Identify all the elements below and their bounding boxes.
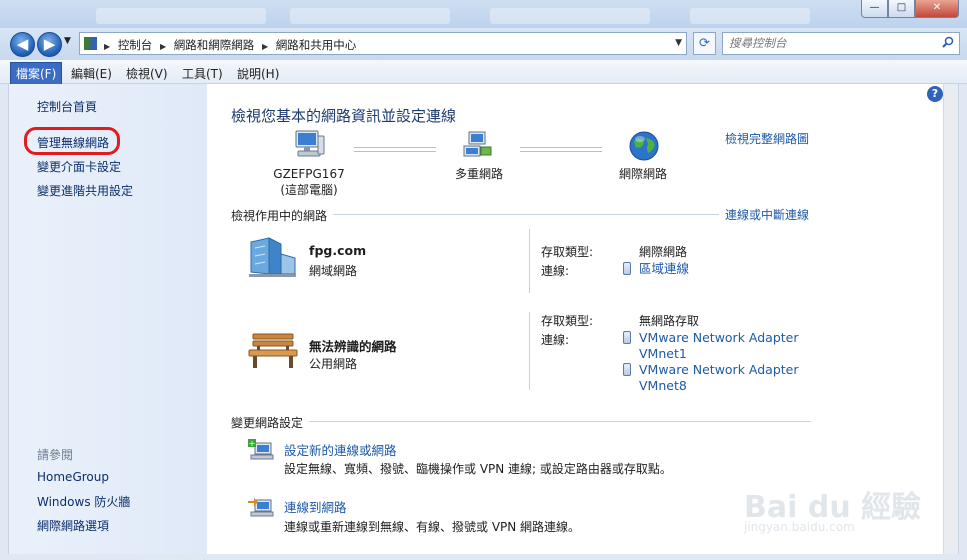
- breadcrumb: ▶ 控制台 ▶ 網路和網際網路 ▶ 網路和共用中心: [104, 37, 360, 53]
- connections-label: 連線:: [541, 333, 570, 347]
- map-connector-line: [354, 147, 436, 152]
- search-input[interactable]: [729, 36, 929, 50]
- setup-new-connection-desc: 設定無線、寬頻、撥號、臨機操作或 VPN 連線; 或設定路由器或存取點。: [284, 462, 672, 476]
- breadcrumb-separator-icon[interactable]: ▶: [262, 42, 268, 51]
- search-icon[interactable]: [942, 36, 954, 48]
- map-node-multiple-networks: 多重網路: [439, 166, 519, 182]
- menu-file[interactable]: 檔案(F): [10, 62, 63, 85]
- sidebar-item-adapter-settings[interactable]: 變更介面卡設定: [37, 158, 121, 175]
- back-button[interactable]: ◀: [10, 32, 35, 57]
- close-button[interactable]: ✕: [915, 0, 959, 18]
- multiple-networks-icon: [463, 131, 492, 157]
- svg-text:+: +: [249, 439, 256, 448]
- address-bar[interactable]: ▶ 控制台 ▶ 網路和網際網路 ▶ 網路和共用中心 ▼: [79, 32, 687, 55]
- see-also-title: 請參閱: [37, 448, 74, 462]
- menu-bar: 檔案(F) 編輯(E) 檢視(V) 工具(T) 說明(H): [0, 60, 967, 85]
- globe-icon: [629, 131, 659, 161]
- section-divider: [333, 214, 719, 215]
- title-bar: — □ ✕: [0, 0, 967, 28]
- ethernet-icon: [623, 331, 631, 344]
- sidebar-item-homegroup[interactable]: HomeGroup: [37, 470, 109, 484]
- map-connector-line: [520, 147, 602, 152]
- map-node-label: GZEFPG167: [273, 167, 345, 181]
- map-node-label: 多重網路: [454, 167, 503, 181]
- baidu-watermark: Bai du 經驗 jingyan.baidu.com: [744, 462, 944, 548]
- sidebar-item-internet-options[interactable]: 網際網路選項: [37, 517, 109, 534]
- minimize-button[interactable]: —: [861, 0, 888, 18]
- map-node-internet: 網際網路: [603, 166, 683, 182]
- forward-button[interactable]: ▶: [37, 32, 62, 57]
- navigation-bar: ◀ ▶ ▼ ▶ 控制台 ▶ 網路和網際網路 ▶ 網路和共用中心 ▼ ⟳: [0, 28, 967, 60]
- page-title: 檢視您基本的網路資訊並設定連線: [231, 107, 457, 125]
- breadcrumb-item[interactable]: 網路和網際網路: [174, 38, 255, 52]
- taskbar-ghost-4: [690, 8, 810, 24]
- window-controls: — □ ✕: [861, 0, 959, 18]
- sidebar-item-firewall[interactable]: Windows 防火牆: [37, 493, 130, 510]
- taskbar-ghost-2: [290, 8, 450, 24]
- sidebar-item-home[interactable]: 控制台首頁: [37, 98, 97, 115]
- connect-to-network-desc: 連線或重新連線到無線、有線、撥號或 VPN 網路連線。: [284, 520, 581, 534]
- recent-pages-dropdown[interactable]: ▼: [64, 36, 71, 46]
- ethernet-icon: [623, 262, 631, 275]
- active-networks-title: 檢視作用中的網路: [231, 209, 328, 223]
- search-box[interactable]: [722, 32, 960, 55]
- menu-view[interactable]: 檢視(V): [122, 64, 172, 83]
- help-icon[interactable]: ?: [927, 86, 943, 102]
- taskbar-ghost-1: [96, 8, 266, 24]
- section-divider: [309, 421, 811, 422]
- full-map-link[interactable]: 檢視完整網路圖: [725, 130, 809, 147]
- map-node-sublabel: (這部電腦): [280, 183, 338, 197]
- breadcrumb-item[interactable]: 網路和共用中心: [276, 38, 357, 52]
- network-name: 無法辨識的網路: [309, 339, 397, 354]
- access-type-value: 無網路存取: [639, 314, 700, 328]
- sidebar-item-manage-wireless[interactable]: 管理無線網路: [37, 134, 109, 151]
- domain-network-icon: [249, 237, 296, 277]
- control-panel-icon: [84, 37, 97, 50]
- menu-edit[interactable]: 編輯(E): [67, 64, 116, 83]
- map-node-label: 網際網路: [618, 167, 667, 181]
- watermark-url: jingyan.baidu.com: [744, 520, 855, 534]
- network-category-link[interactable]: 公用網路: [309, 355, 357, 372]
- connection-link-vmnet8[interactable]: VMware Network Adapter VMnet8: [639, 362, 799, 394]
- network-divider: [529, 312, 530, 390]
- breadcrumb-item[interactable]: 控制台: [118, 38, 153, 52]
- connection-link-local[interactable]: 區域連線: [639, 261, 689, 277]
- menu-tools[interactable]: 工具(T): [178, 64, 227, 83]
- access-type-label: 存取類型:: [541, 314, 594, 328]
- address-dropdown-icon[interactable]: ▼: [675, 38, 682, 48]
- access-type-label: 存取類型:: [541, 245, 594, 259]
- sidebar-item-advanced-sharing[interactable]: 變更進階共用設定: [37, 182, 133, 199]
- menu-help[interactable]: 說明(H): [233, 64, 283, 83]
- connection-link-vmnet1[interactable]: VMware Network Adapter VMnet1: [639, 330, 799, 362]
- network-category-link[interactable]: 網域網路: [309, 262, 357, 279]
- vertical-scrollbar[interactable]: [943, 84, 958, 554]
- taskbar-ghost-3: [490, 8, 650, 24]
- maximize-button[interactable]: □: [888, 0, 915, 18]
- refresh-button[interactable]: ⟳: [693, 32, 716, 55]
- network-name: fpg.com: [309, 243, 367, 258]
- access-type-value: 網際網路: [639, 245, 688, 259]
- new-connection-icon: +: [248, 439, 274, 460]
- map-node-computer: GZEFPG167 (這部電腦): [269, 166, 349, 198]
- connect-disconnect-link[interactable]: 連線或中斷連線: [725, 206, 809, 223]
- connections-label: 連線:: [541, 264, 570, 278]
- setup-new-connection-link[interactable]: 設定新的連線或網路: [284, 440, 397, 459]
- sidebar: 控制台首頁 管理無線網路 變更介面卡設定 變更進階共用設定 請參閱 HomeGr…: [9, 84, 207, 554]
- connect-to-network-icon: [248, 498, 274, 517]
- connect-to-network-link[interactable]: 連線到網路: [284, 497, 347, 516]
- breadcrumb-separator-icon[interactable]: ▶: [160, 42, 166, 51]
- ethernet-icon: [623, 363, 631, 376]
- public-network-bench-icon: [248, 333, 298, 368]
- change-settings-title: 變更網路設定: [231, 416, 304, 430]
- breadcrumb-separator-icon[interactable]: ▶: [104, 42, 110, 51]
- network-divider: [529, 229, 530, 293]
- computer-icon: [295, 130, 325, 157]
